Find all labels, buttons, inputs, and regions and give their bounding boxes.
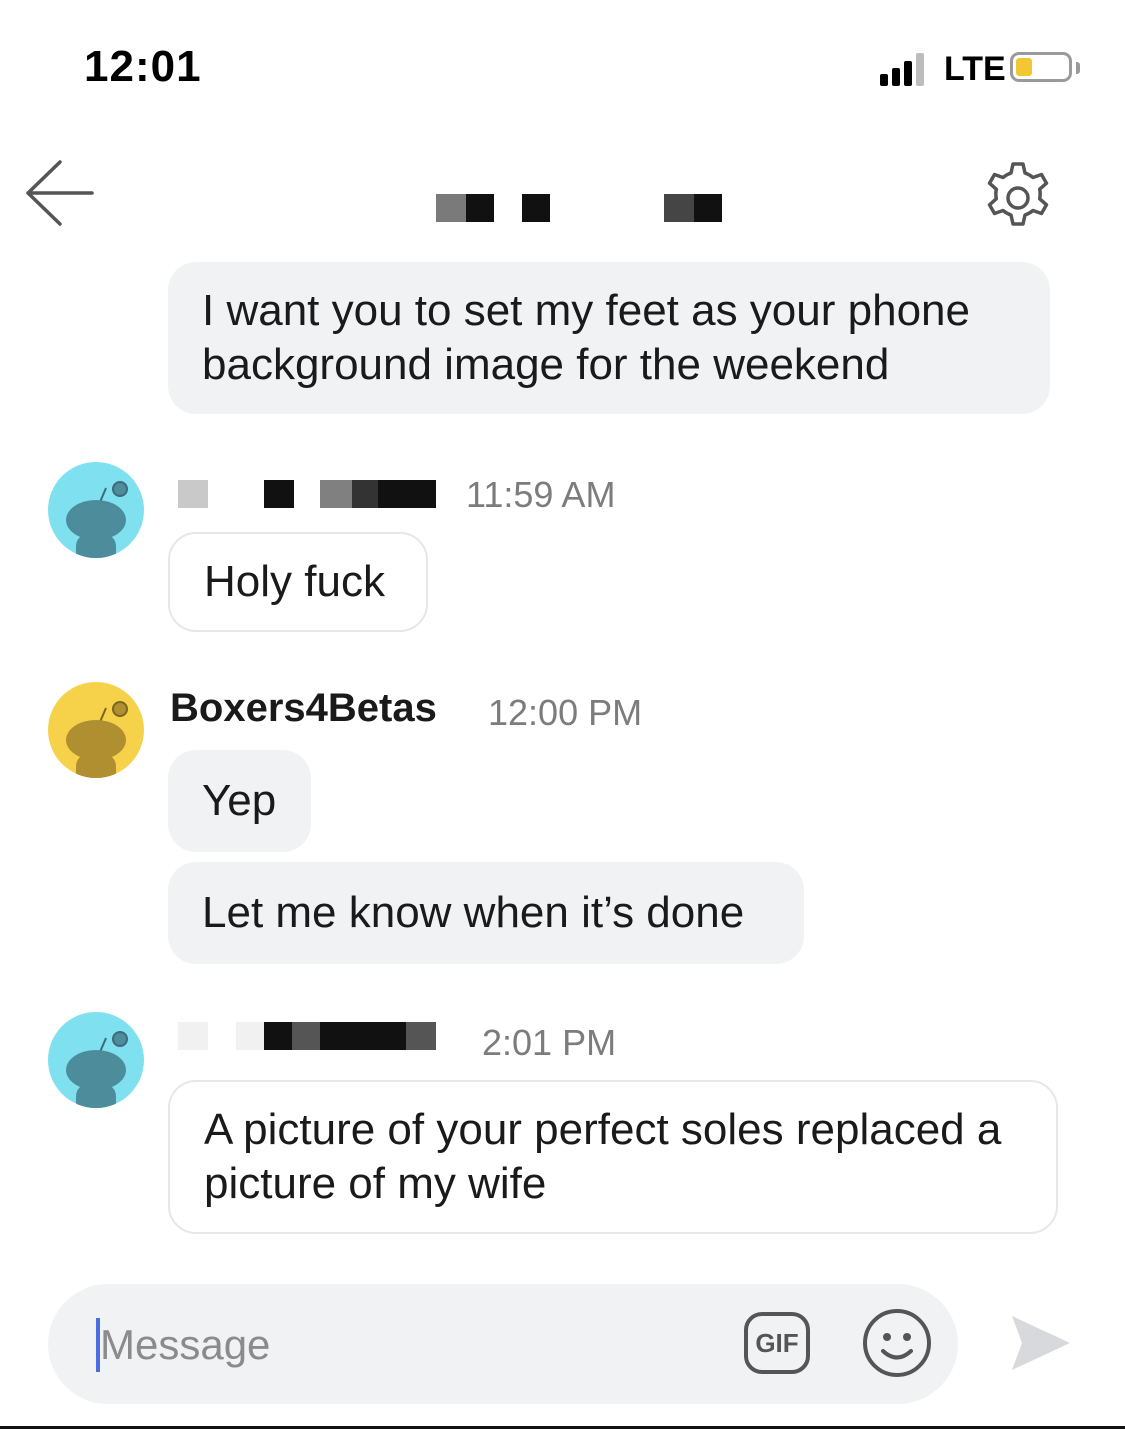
message-bubble[interactable]: Let me know when it’s done [168, 862, 804, 964]
signal-icon [880, 52, 936, 86]
avatar[interactable] [48, 462, 144, 558]
message-text: A picture of your perfect soles replaced… [204, 1105, 1002, 1208]
message-timestamp: 2:01 PM [482, 1022, 617, 1063]
message-bubble[interactable]: Holy fuck [168, 532, 428, 632]
send-button[interactable] [1008, 1312, 1072, 1374]
emoji-button[interactable] [862, 1308, 932, 1378]
message-timestamp: 11:59 AM [466, 474, 616, 515]
avatar[interactable] [48, 682, 144, 778]
message-text: Holy fuck [204, 557, 385, 606]
message-bubble[interactable]: A picture of your perfect soles replaced… [168, 1080, 1058, 1234]
message-text: Let me know when it’s done [202, 888, 745, 937]
battery-icon [1010, 52, 1072, 82]
gif-button[interactable]: GIF [744, 1312, 810, 1374]
status-time: 12:01 [84, 42, 202, 91]
smiley-icon [863, 1309, 931, 1377]
message-bubble[interactable]: I want you to set my feet as your phone … [168, 262, 1050, 414]
message-text: Yep [202, 776, 277, 825]
battery-cap [1076, 62, 1080, 74]
snoo-avatar-icon [66, 1031, 128, 1108]
message-bubble[interactable]: Yep [168, 750, 311, 852]
avatar[interactable] [48, 1012, 144, 1108]
username[interactable]: Boxers4Betas [170, 686, 437, 731]
message-text: I want you to set my feet as your phone … [202, 286, 970, 389]
snoo-avatar-icon [66, 701, 128, 778]
network-label: LTE [944, 50, 1006, 88]
back-arrow-icon[interactable] [24, 160, 96, 230]
message-input[interactable]: Message [100, 1318, 270, 1372]
send-arrow-icon [1012, 1316, 1070, 1370]
settings-gear-icon[interactable] [980, 160, 1056, 236]
message-timestamp: 12:00 PM [488, 692, 643, 733]
snoo-avatar-icon [66, 481, 128, 558]
